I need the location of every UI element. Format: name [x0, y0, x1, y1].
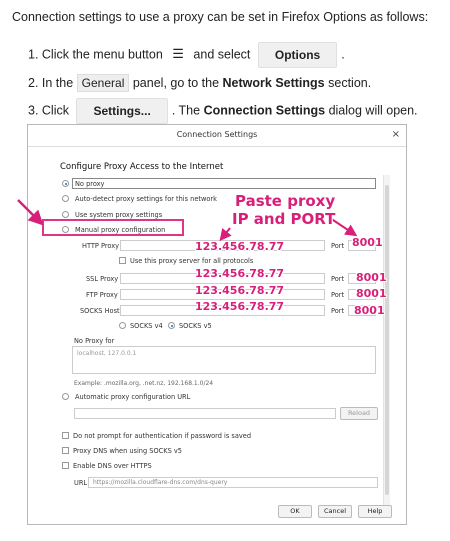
ftp-proxy-label: FTP Proxy [86, 291, 118, 299]
auto-config-label: Automatic proxy configuration URL [75, 393, 191, 401]
annotation-ip-http: 123.456.78.77 [195, 240, 285, 253]
section-heading: Configure Proxy Access to the Internet [60, 162, 224, 172]
no-proxy-focus-ring [72, 178, 376, 189]
http-proxy-label: HTTP Proxy [82, 242, 120, 250]
no-proxy-for-label: No Proxy for [74, 337, 115, 345]
step-2-pre: 2. In the [28, 76, 74, 90]
annotation-ip-ftp: 123.456.78.77 [195, 284, 285, 297]
dns-https-label: Enable DNS over HTTPS [73, 462, 152, 470]
step-2-mid: panel, go to the [132, 76, 220, 90]
radio-system-proxy[interactable] [62, 211, 69, 218]
no-proxy-for-value: localhost, 127.0.0.1 [77, 350, 137, 357]
manual-proxy-highlight-box [42, 219, 184, 236]
close-icon[interactable]: × [392, 129, 400, 140]
radio-socks-v5[interactable] [168, 322, 175, 329]
dns-url-field[interactable]: https://mozilla.cloudflare-dns.com/dns-q… [88, 477, 378, 488]
step-2: 2. In the General panel, go to the Netwo… [28, 74, 371, 92]
step-3-mid: . The [171, 103, 201, 118]
radio-socks-v4[interactable] [119, 322, 126, 329]
proxy-dns-label: Proxy DNS when using SOCKS v5 [73, 447, 182, 455]
connection-settings-label: Connection Settings [203, 103, 326, 118]
checkbox-proxy-dns[interactable] [62, 447, 69, 454]
options-button-illustration: Options [257, 42, 338, 68]
auto-config-url-field[interactable] [74, 408, 336, 419]
step-3-pre: 3. Click [28, 103, 69, 118]
no-proxy-label: No proxy [75, 180, 105, 188]
dialog-titlebar: Connection Settings × [28, 125, 406, 147]
ok-button[interactable]: OK [278, 505, 312, 518]
annotation-paste-line1: Paste proxy [235, 192, 336, 210]
radio-auto-config[interactable] [62, 393, 69, 400]
ssl-port-label: Port [331, 275, 345, 283]
checkbox-dns-https[interactable] [62, 462, 69, 469]
settings-button-illustration: Settings... [76, 98, 168, 124]
dialog-title: Connection Settings [176, 130, 258, 139]
socks-v5-label: SOCKS v5 [179, 322, 212, 330]
annotation-paste-line2: IP and PORT [232, 210, 336, 228]
ssl-proxy-label: SSL Proxy [86, 275, 119, 283]
system-proxy-label: Use system proxy settings [75, 211, 163, 219]
step-2-post: section. [328, 76, 372, 90]
annotation-port-ssl: 8001 [356, 271, 387, 284]
ftp-port-label: Port [331, 291, 345, 299]
dns-url-value: https://mozilla.cloudflare-dns.com/dns-q… [93, 479, 228, 486]
no-proxy-for-textarea[interactable]: localhost, 127.0.0.1 [72, 346, 376, 374]
connection-settings-dialog: Connection Settings × Configure Proxy Ac… [27, 124, 407, 525]
intro-text: Connection settings to use a proxy can b… [12, 10, 429, 24]
step-3: 3. Click Settings.... The Connection Set… [28, 98, 418, 124]
auto-detect-label: Auto-detect proxy settings for this netw… [75, 195, 217, 203]
http-port-label: Port [331, 242, 345, 250]
socks-host-label: SOCKS Host [80, 307, 120, 315]
reload-button[interactable]: Reload [340, 407, 378, 420]
annotation-port-socks: 8001 [354, 304, 385, 317]
annotation-ip-socks: 123.456.78.77 [195, 300, 285, 313]
socks-port-label: Port [331, 307, 345, 315]
no-prompt-label: Do not prompt for authentication if pass… [73, 432, 252, 440]
checkbox-all-protocols[interactable] [119, 257, 126, 264]
scrollbar[interactable] [383, 175, 390, 515]
step-3-post: dialog will open. [328, 103, 418, 118]
cancel-button[interactable]: Cancel [318, 505, 352, 518]
step-1-mid: and select [193, 47, 251, 62]
general-panel-label: General [76, 74, 130, 92]
checkbox-no-prompt[interactable] [62, 432, 69, 439]
all-protocols-label: Use this proxy server for all protocols [130, 257, 254, 265]
step-1-post: . [341, 47, 345, 62]
socks-v4-label: SOCKS v4 [130, 322, 163, 330]
radio-no-proxy[interactable] [62, 180, 69, 187]
network-settings-label: Network Settings [222, 76, 325, 90]
url-label: URL [74, 479, 88, 487]
step-1-pre: 1. Click the menu button [28, 47, 163, 62]
example-hint: Example: .mozilla.org, .net.nz, 192.168.… [74, 380, 214, 387]
step-1: 1. Click the menu button ☰ and select Op… [28, 42, 345, 68]
hamburger-menu-icon: ☰ [172, 46, 184, 62]
scroll-thumb[interactable] [385, 185, 389, 495]
help-button[interactable]: Help [358, 505, 392, 518]
annotation-port-ftp: 8001 [356, 287, 387, 300]
radio-auto-detect[interactable] [62, 195, 69, 202]
annotation-port-http: 8001 [352, 236, 383, 249]
annotation-ip-ssl: 123.456.78.77 [195, 267, 285, 280]
